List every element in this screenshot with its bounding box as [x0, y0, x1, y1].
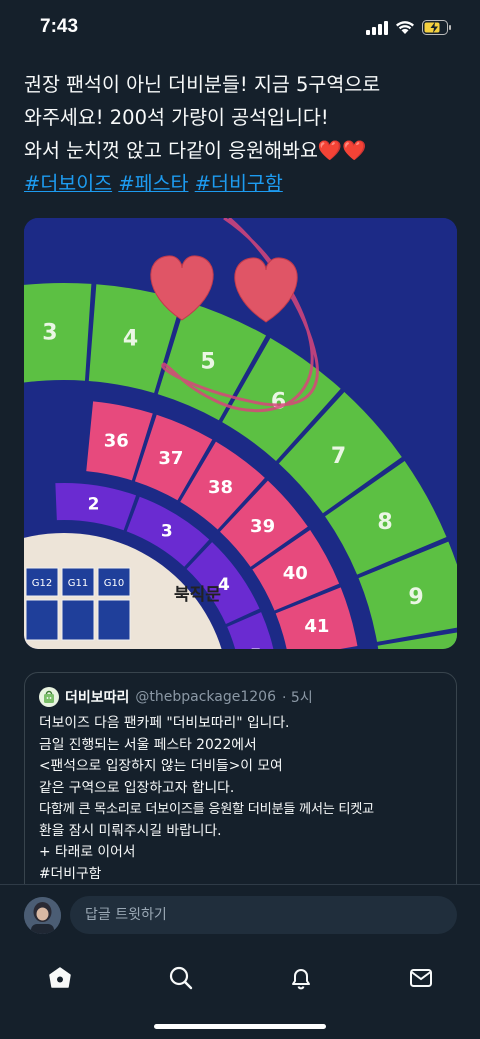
quoted-line: + 타래로 이어서 [39, 844, 136, 860]
seating-map-graphic: 345678910 36373839404142 2345 G12G11G10 … [24, 218, 457, 649]
nav-notifications[interactable] [281, 958, 321, 998]
pink-section-label: 36 [104, 431, 129, 452]
gate-box [97, 599, 131, 641]
green-section-label: 5 [200, 350, 215, 375]
reply-input[interactable] [70, 896, 457, 934]
status-bar: 7:43 [0, 0, 480, 58]
green-section-label: 9 [408, 585, 423, 610]
search-icon [169, 966, 193, 990]
notifications-icon [292, 969, 310, 990]
quoted-author-handle: @thebpackage1206 [135, 689, 277, 705]
quoted-avatar [39, 687, 59, 707]
green-section-label: 3 [42, 320, 57, 345]
quoted-line: 금일 진행되는 서울 페스타 2022에서 [39, 736, 257, 753]
green-section-label: 4 [123, 326, 138, 351]
quoted-line: <팬석으로 입장하지 않는 더비들>이 모여 [39, 758, 283, 774]
status-icons [366, 20, 452, 35]
bottom-nav [0, 946, 480, 1039]
hashtag-link[interactable]: #더보이즈 [24, 172, 112, 195]
status-time: 7:43 [40, 16, 79, 37]
quoted-line: 같은 구역으로 입장하고자 합니다. [39, 779, 235, 796]
green-section-label: 7 [331, 444, 346, 469]
quoted-line: 환을 잠시 미뤄주시길 바랍니다. [39, 822, 222, 839]
tweet-line: 권장 팬석이 아닌 더비분들! 지금 5구역으로 [24, 73, 381, 96]
tweet-image-seating-map[interactable]: 345678910 36373839404142 2345 G12G11G10 … [24, 218, 457, 649]
home-icon [49, 967, 71, 988]
pink-section-label: 38 [208, 477, 233, 498]
quoted-line: 다함께 큰 목소리로 더보이즈를 응원할 더비분들 께서는 티켓교 [39, 802, 374, 817]
gate-box-label: G12 [32, 578, 52, 589]
avatar-image [24, 897, 61, 934]
user-avatar[interactable] [24, 897, 61, 934]
gift-bag-icon [44, 690, 54, 703]
quoted-timestamp: · 5시 [282, 690, 313, 706]
quoted-tweet[interactable]: 더비보따리 @thebpackage1206 · 5시 더보이즈 다음 팬카페 … [24, 672, 457, 902]
gate-label: 북직문 [174, 585, 221, 605]
gate-box-label: G10 [104, 578, 124, 589]
gate-box [61, 599, 95, 641]
pink-section-label: 41 [304, 616, 329, 637]
tweet-text: 권장 팬석이 아닌 더비분들! 지금 5구역으로 와주세요! 200석 가량이 … [24, 68, 456, 200]
purple-section-label: 5 [250, 646, 262, 649]
purple-section-label: 2 [88, 495, 100, 515]
quoted-author-name: 더비보따리 [65, 690, 130, 706]
purple-section-label: 3 [161, 522, 173, 542]
hashtag-link[interactable]: #더비구함 [195, 172, 283, 195]
hashtag-row: #더보이즈 #페스타 #더비구함 [24, 167, 456, 200]
quoted-tweet-header: 더비보따리 @thebpackage1206 · 5시 [39, 687, 313, 707]
messages-icon [410, 969, 432, 987]
home-indicator [154, 1024, 326, 1029]
pink-section-label: 40 [283, 563, 308, 584]
green-section-label: 6 [271, 390, 286, 415]
gate-box-label: G11 [68, 578, 88, 589]
wifi-icon [396, 21, 414, 34]
green-section-label: 8 [377, 510, 392, 535]
cellular-signal-icon [366, 20, 388, 35]
quoted-line: 더보이즈 다음 팬카페 "더비보따리" 입니다. [39, 715, 290, 731]
pink-section-label: 37 [158, 448, 183, 469]
nav-messages[interactable] [401, 958, 441, 998]
pink-section-label: 39 [250, 516, 275, 537]
nav-search[interactable] [161, 958, 201, 998]
quoted-line: #더비구함 [39, 865, 102, 882]
battery-charging-icon [422, 20, 451, 35]
gate-box [25, 599, 59, 641]
hashtag-link[interactable]: #페스타 [118, 172, 188, 195]
tweet-line: 와서 눈치껏 앉고 다같이 응원해봐요❤️❤️ [24, 139, 367, 162]
nav-home[interactable] [40, 958, 80, 998]
tweet-line: 와주세요! 200석 가량이 공석입니다! [24, 106, 329, 129]
quoted-tweet-text: 더보이즈 다음 팬카페 "더비보따리" 입니다. 금일 진행되는 서울 페스타 … [39, 713, 449, 885]
reply-bar [0, 884, 480, 946]
green-section [24, 283, 92, 383]
